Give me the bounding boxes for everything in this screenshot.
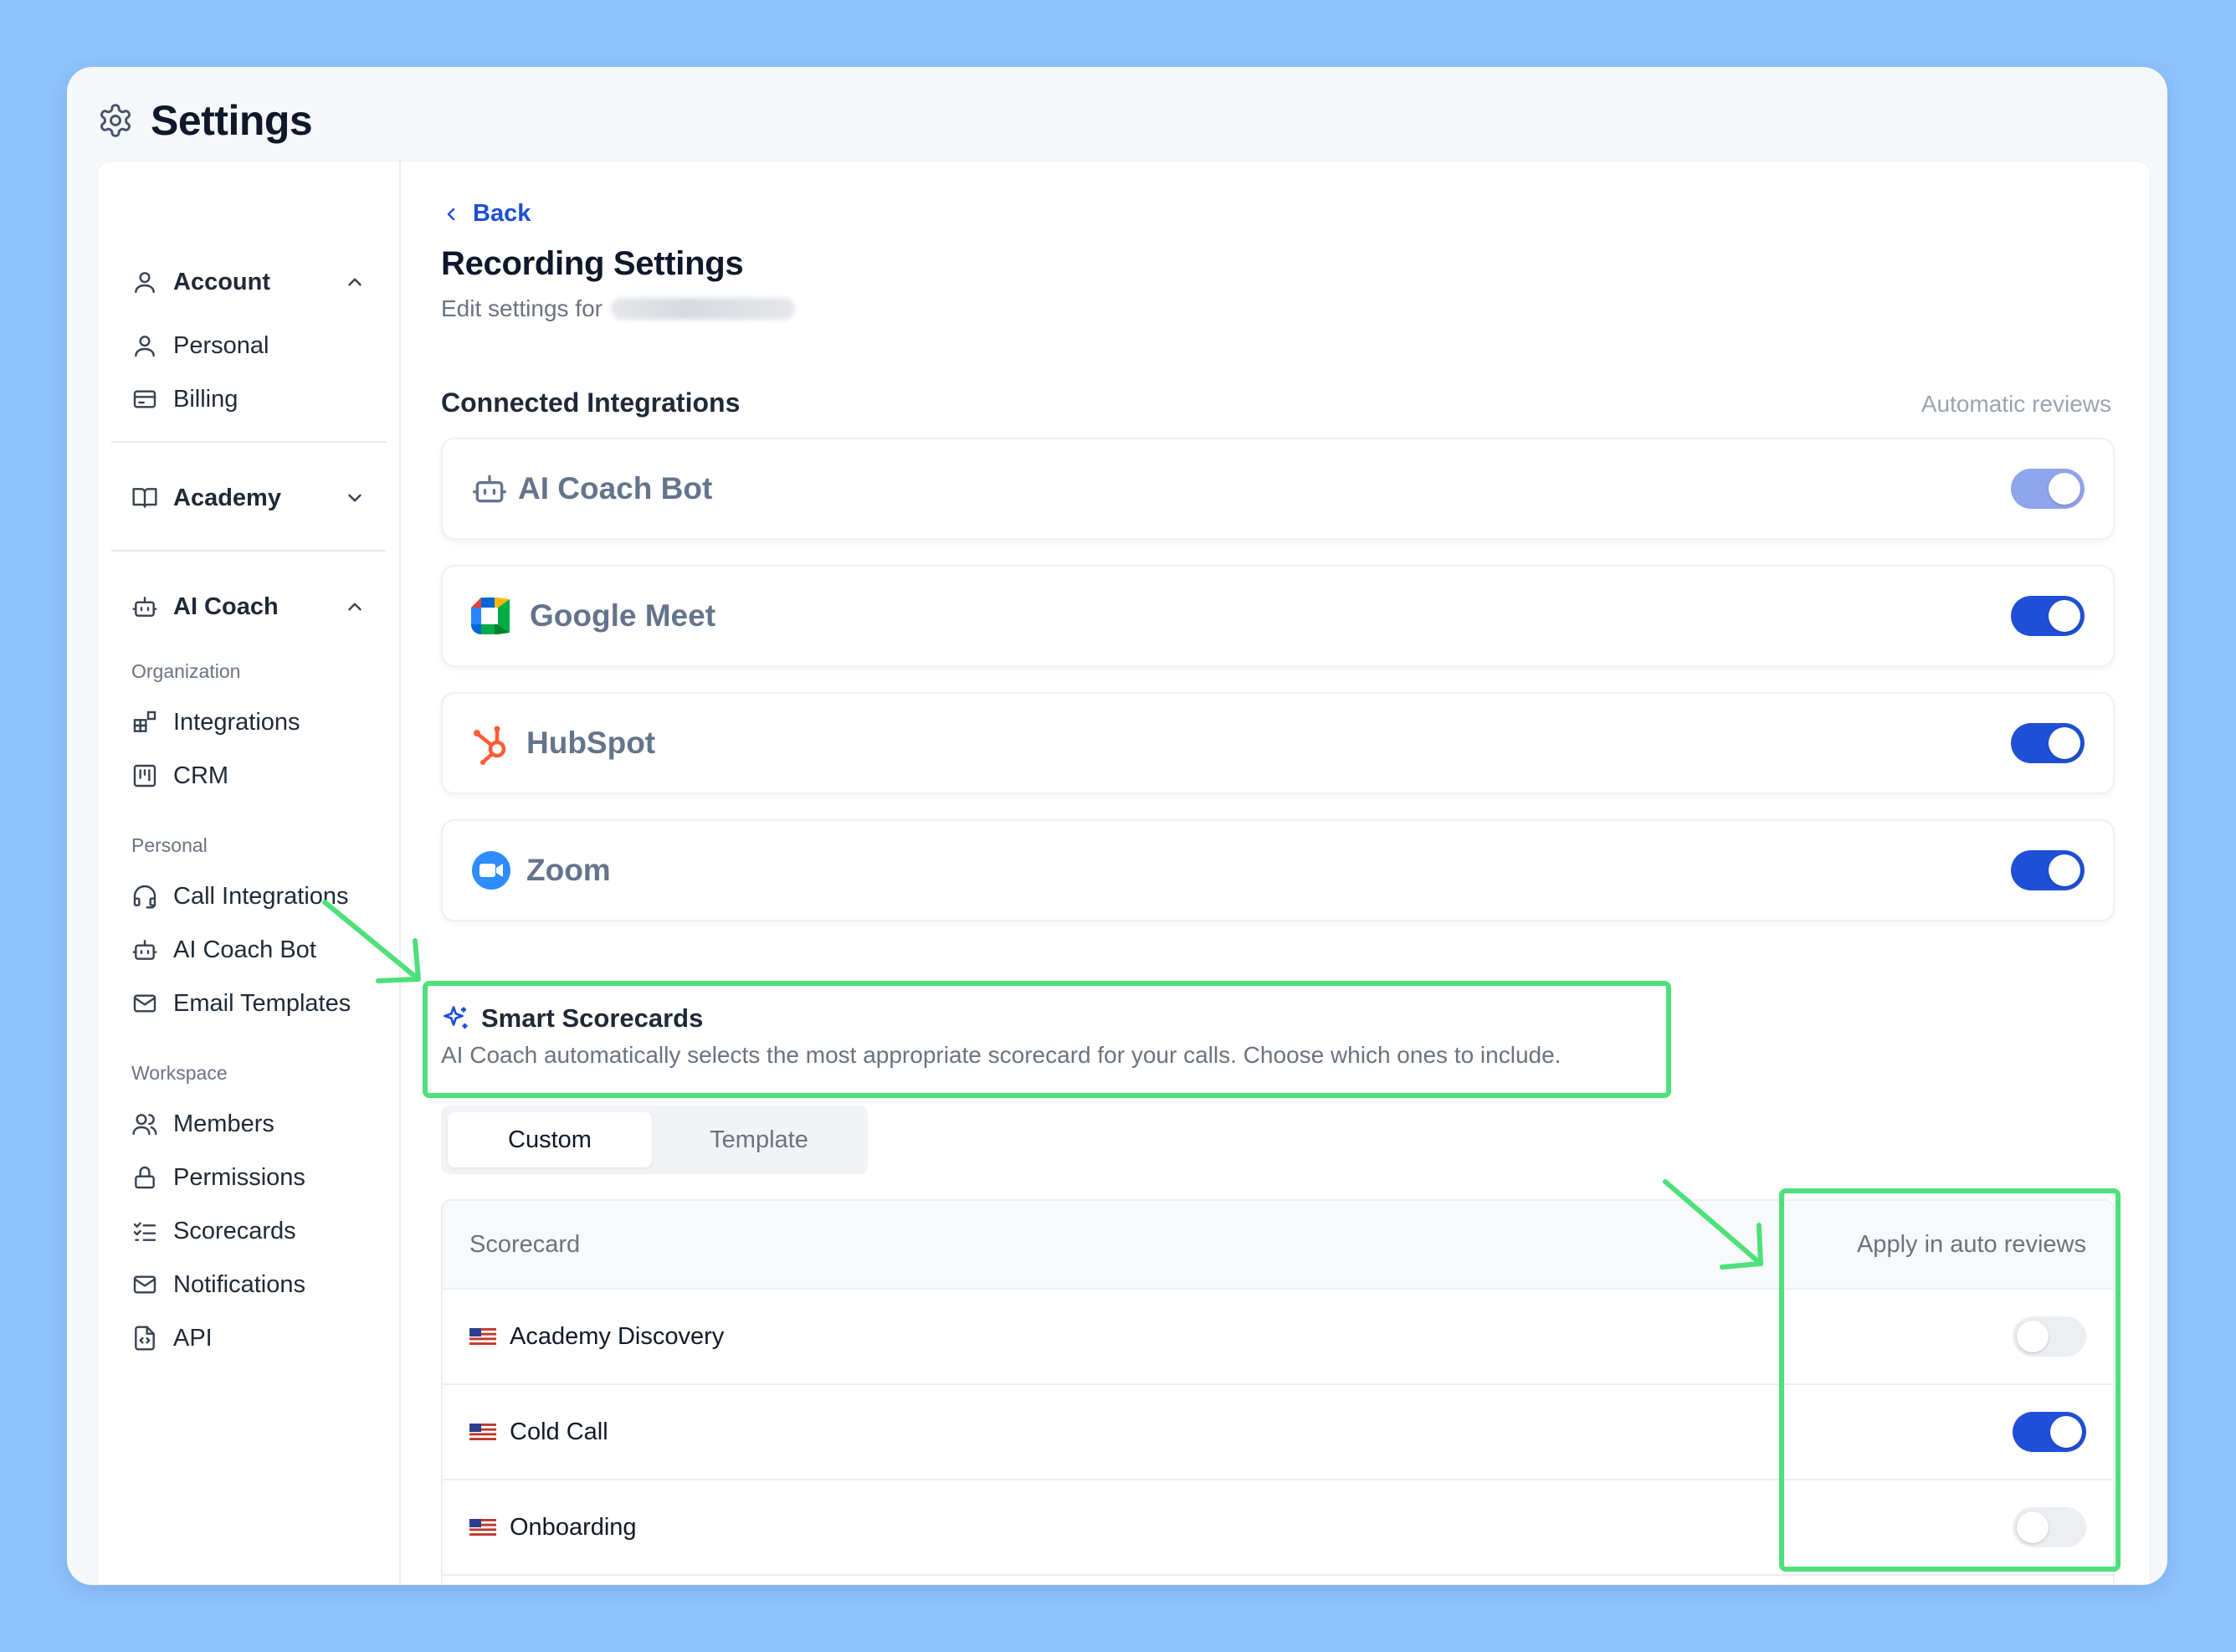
users-icon (131, 1111, 158, 1137)
hubspot-icon (471, 721, 511, 765)
chevron-left-icon (441, 204, 461, 224)
sidebar-section-label: AI Coach (173, 593, 279, 620)
sidebar-item-integrations[interactable]: Integrations (131, 700, 382, 744)
book-open-icon (131, 485, 158, 511)
google-meet-icon (471, 598, 515, 634)
credit-card-icon (131, 386, 158, 413)
window-header: Settings (97, 85, 313, 156)
robot-icon (131, 593, 158, 620)
gear-icon (97, 102, 134, 139)
us-flag-icon (469, 1519, 496, 1536)
us-flag-icon (469, 1328, 496, 1345)
sidebar-item-label: Notifications (173, 1270, 305, 1298)
toggle-knob (2049, 600, 2080, 632)
headset-icon (131, 883, 158, 910)
integration-name: AI Coach Bot (518, 471, 713, 505)
integration-card-hubspot: HubSpot (441, 692, 2115, 794)
sidebar-divider (111, 550, 386, 552)
sidebar: Account Personal Billing Academy AI Coac… (98, 162, 401, 1584)
sidebar-item-scorecards[interactable]: Scorecards (131, 1209, 382, 1253)
sidebar-item-billing[interactable]: Billing (131, 377, 382, 421)
sidebar-group-personal: Personal (131, 834, 208, 856)
sidebar-item-crm[interactable]: CRM (131, 754, 382, 798)
page-title: Recording Settings (441, 245, 744, 282)
subtitle-prefix: Edit settings for (441, 295, 603, 321)
kanban-icon (131, 762, 158, 789)
chevron-up-icon (344, 596, 366, 618)
sidebar-item-api[interactable]: API (131, 1316, 382, 1360)
sidebar-item-permissions[interactable]: Permissions (131, 1156, 382, 1199)
integration-name: Google Meet (530, 598, 716, 633)
hubspot-toggle[interactable] (2011, 723, 2085, 763)
scorecard-type-tabs: Custom Template (441, 1106, 868, 1174)
sidebar-item-label: Permissions (173, 1163, 305, 1191)
list-checks-icon (131, 1218, 158, 1244)
sidebar-item-ai-coach-bot[interactable]: AI Coach Bot (131, 928, 382, 972)
sidebar-group-organization: Organization (131, 660, 241, 682)
annotation-highlight-apply-column (1779, 1188, 2121, 1572)
chevron-up-icon (344, 271, 366, 293)
blocks-icon (131, 709, 158, 736)
sidebar-item-label: Personal (173, 331, 269, 359)
robot-icon (471, 470, 508, 507)
sidebar-item-notifications[interactable]: Notifications (131, 1263, 382, 1306)
sidebar-item-label: API (173, 1324, 213, 1352)
back-link[interactable]: Back (441, 200, 531, 228)
sidebar-item-label: Scorecards (173, 1217, 296, 1244)
sidebar-divider (111, 441, 386, 443)
sidebar-group-workspace: Workspace (131, 1062, 228, 1084)
sidebar-item-label: CRM (173, 762, 229, 789)
sidebar-section-ai-coach[interactable]: AI Coach (131, 585, 366, 628)
sidebar-item-email-templates[interactable]: Email Templates (131, 982, 382, 1025)
sidebar-item-members[interactable]: Members (131, 1102, 382, 1146)
toggle-knob (2049, 727, 2080, 759)
integration-name: HubSpot (526, 726, 656, 760)
redacted-user-name (610, 298, 795, 320)
sidebar-item-label: Billing (173, 385, 238, 413)
file-code-icon (131, 1325, 158, 1352)
tab-custom[interactable]: Custom (448, 1112, 652, 1167)
sidebar-section-label: Academy (173, 484, 281, 511)
integration-card-google-meet: Google Meet (441, 565, 2115, 667)
robot-icon (131, 936, 158, 963)
column-header-scorecard: Scorecard (469, 1230, 581, 1258)
annotation-highlight-smart-scorecards (423, 981, 1671, 1098)
chevron-down-icon (344, 487, 366, 509)
sidebar-item-personal[interactable]: Personal (131, 324, 382, 367)
integration-card-ai-coach-bot: AI Coach Bot (441, 438, 2115, 540)
sidebar-item-label: Integrations (173, 708, 300, 736)
google-meet-toggle[interactable] (2011, 596, 2085, 636)
automatic-reviews-label: Automatic reviews (1921, 391, 2111, 417)
integration-name: Zoom (526, 853, 611, 887)
sidebar-section-label: Account (173, 268, 270, 295)
sidebar-item-label: Members (173, 1110, 274, 1137)
integrations-section-title: Connected Integrations (441, 387, 741, 418)
toggle-knob (2049, 473, 2080, 505)
user-icon (131, 332, 158, 359)
window-title: Settings (151, 97, 313, 144)
sidebar-item-label: AI Coach Bot (173, 936, 316, 963)
page-subtitle: Edit settings for (441, 295, 795, 322)
sidebar-item-label: Call Integrations (173, 882, 349, 910)
mail-icon (131, 990, 158, 1017)
back-label: Back (473, 200, 531, 227)
us-flag-icon (469, 1424, 496, 1440)
sidebar-section-academy[interactable]: Academy (131, 476, 366, 520)
toggle-knob (2049, 854, 2080, 886)
tab-template[interactable]: Template (657, 1112, 861, 1167)
user-icon (131, 269, 158, 295)
zoom-toggle[interactable] (2011, 850, 2085, 890)
sidebar-item-call-integrations[interactable]: Call Integrations (131, 875, 382, 918)
integration-card-zoom: Zoom (441, 819, 2115, 921)
lock-icon (131, 1164, 158, 1191)
zoom-icon (471, 850, 511, 890)
sidebar-section-account[interactable]: Account (131, 260, 366, 304)
ai-coach-bot-toggle[interactable] (2011, 469, 2085, 509)
mail-icon (131, 1271, 158, 1298)
sidebar-item-label: Email Templates (173, 989, 351, 1017)
